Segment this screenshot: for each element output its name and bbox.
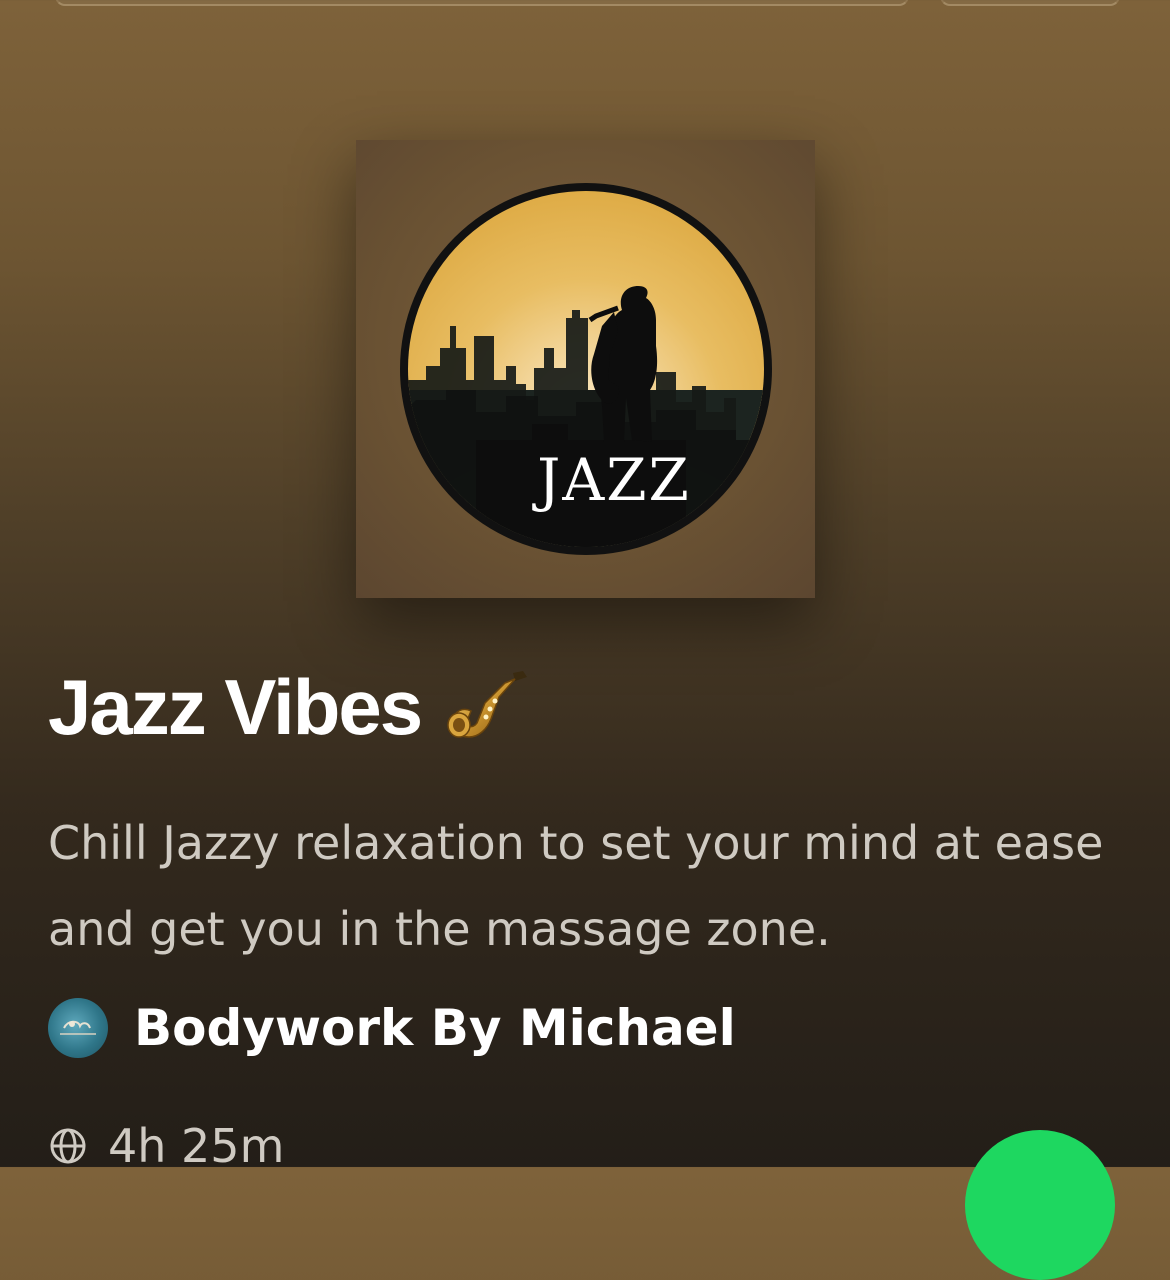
saxophone-icon (447, 671, 528, 738)
playlist-duration: 4h 25m (108, 1119, 285, 1173)
owner-avatar[interactable] (48, 998, 108, 1058)
sort-field[interactable] (940, 0, 1120, 6)
playlist-description: Chill Jazzy relaxation to set your mind … (48, 816, 1104, 956)
playlist-title: Jazz Vibes (48, 663, 423, 751)
meta-row: 4h 25m (48, 1118, 284, 1174)
owner-row[interactable]: Bodywork By Michael (48, 996, 736, 1060)
search-field[interactable] (55, 0, 909, 6)
owner-name[interactable]: Bodywork By Michael (134, 996, 736, 1060)
cover-art-text: JAZZ (532, 446, 691, 514)
title-row: Jazz Vibes (48, 662, 533, 752)
play-button[interactable] (965, 1130, 1115, 1280)
globe-icon (50, 1128, 86, 1164)
playlist-cover-image: JAZZ (356, 140, 815, 598)
